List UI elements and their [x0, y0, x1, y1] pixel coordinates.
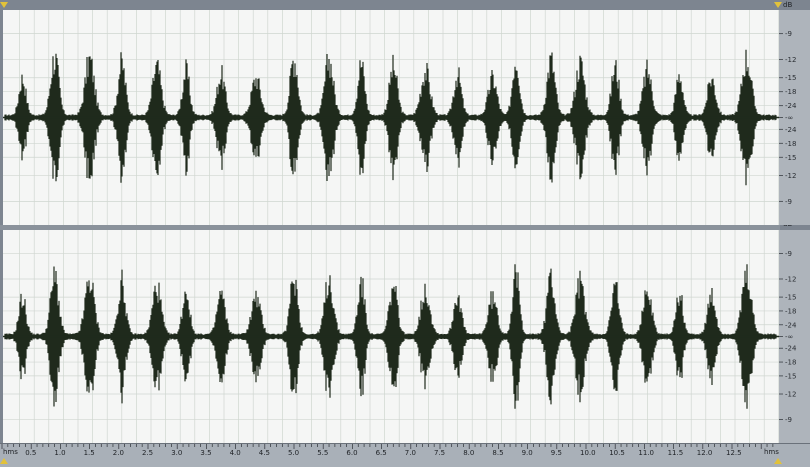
db-tick-label: -18: [785, 88, 796, 96]
ruler-tick-label: 12.0: [697, 449, 713, 457]
right-channel-waveform[interactable]: [3, 230, 779, 443]
ruler-tick-label: 5.0: [288, 449, 299, 457]
ruler-tick-label: 3.0: [171, 449, 182, 457]
ruler-tick-label: 11.5: [668, 449, 684, 457]
right-channel-track[interactable]: [3, 230, 779, 443]
ruler-tick-label: 4.5: [259, 449, 270, 457]
ruler-tick-label: 6.5: [376, 449, 387, 457]
ruler-tick-label: 1.5: [84, 449, 95, 457]
start-marker-bottom[interactable]: [0, 458, 8, 464]
db-tick-label: -15: [785, 294, 796, 302]
db-tick-label: -12: [785, 56, 796, 64]
db-tick-label: -∞: [785, 114, 793, 122]
time-ruler[interactable]: hms 0.5 1.0 1.5 2.0 2.5 3.0 3.5 4.0 4.5 5.0 5.5 6.0 6…: [0, 443, 810, 467]
ruler-tick-label: 10.0: [580, 449, 596, 457]
ruler-tick-label: 11.0: [638, 449, 654, 457]
ruler-tick-label: 3.5: [200, 449, 211, 457]
db-tick-label: -9: [785, 198, 792, 206]
db-tick-label: -24: [785, 102, 797, 110]
ruler-tick-label: 5.5: [317, 449, 328, 457]
ruler-tick-label: 1.0: [54, 449, 65, 457]
ruler-tick-label: 4.0: [230, 449, 241, 457]
db-tick-label: -18: [785, 140, 796, 148]
top-bar: [0, 0, 810, 10]
ruler-tick-label: 8.5: [492, 449, 503, 457]
end-marker-bottom[interactable]: [774, 458, 782, 464]
db-unit-label-top: dB: [783, 1, 793, 9]
waveform-editor[interactable]: dB dB -9-12-15-18-24-∞-24-18-15-12-9 -9-…: [0, 0, 810, 467]
ruler-tick-label: 8.0: [463, 449, 474, 457]
left-channel-waveform[interactable]: [3, 10, 779, 225]
ruler-tick-label: 9.0: [522, 449, 533, 457]
ruler-unit-left: hms: [3, 448, 18, 456]
ruler-tick-label: 7.5: [434, 449, 445, 457]
db-tick-label: -15: [785, 372, 796, 380]
ruler-tick-label: 12.5: [726, 449, 742, 457]
ruler-tick-label: 2.0: [113, 449, 124, 457]
ruler-tick-label: 6.0: [346, 449, 357, 457]
db-tick-label: -24: [785, 345, 797, 353]
db-scale-left-channel: -9 -12 -15 -18 -24 -∞ -24 -18 -15 -12 -9: [779, 10, 810, 225]
ruler-tick-label: 9.5: [551, 449, 562, 457]
db-tick-label: -12: [785, 391, 796, 399]
ruler-tick-label: 10.5: [609, 449, 625, 457]
ruler-tick-label: 7.0: [405, 449, 416, 457]
db-tick-label: -9: [785, 250, 792, 258]
db-scale-right-channel: -9 -12 -15 -18 -24 -∞ -24 -18 -15 -12 -9: [779, 230, 810, 443]
db-tick-label: -18: [785, 307, 796, 315]
ruler-tick-label: 2.5: [142, 449, 153, 457]
db-tick-label: -12: [785, 172, 796, 180]
db-tick-label: -18: [785, 359, 796, 367]
db-tick-label: -15: [785, 74, 796, 82]
db-tick-label: -12: [785, 275, 796, 283]
db-tick-label: -15: [785, 154, 796, 162]
db-tick-label: -9: [785, 30, 792, 38]
db-tick-label: -9: [785, 416, 792, 424]
db-tick-label: -24: [785, 126, 797, 134]
db-tick-label: -∞: [785, 333, 793, 341]
start-marker-top[interactable]: [0, 2, 8, 8]
left-channel-track[interactable]: [3, 10, 779, 225]
end-marker-top[interactable]: [774, 2, 782, 8]
ruler-unit-right: hms: [764, 448, 779, 456]
ruler-tick-label: 0.5: [25, 449, 36, 457]
db-tick-label: -24: [785, 321, 797, 329]
